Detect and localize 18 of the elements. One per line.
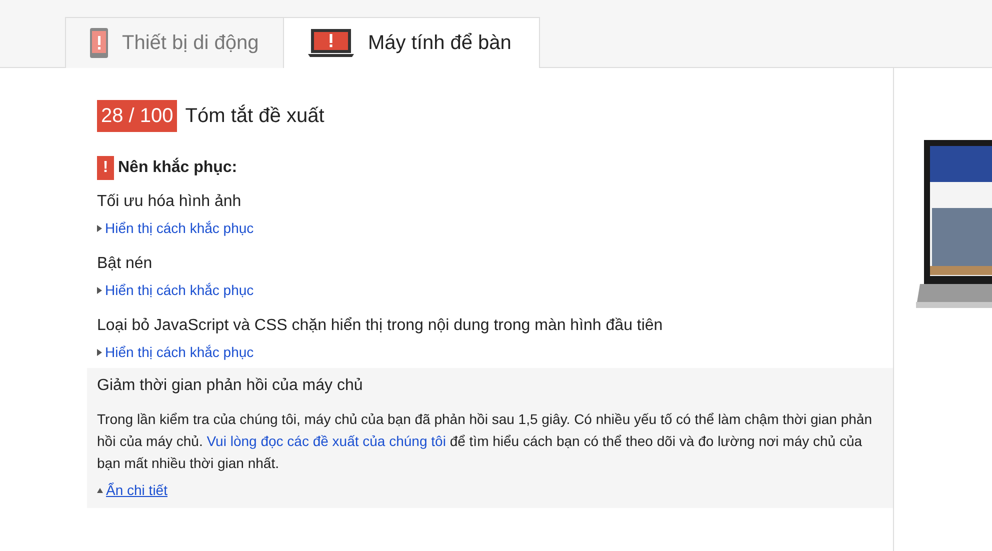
- recommendations-link[interactable]: Vui lòng đọc các đề xuất của chúng tôi: [206, 433, 446, 449]
- score-badge: 28 / 100: [97, 100, 178, 132]
- show-fix-link[interactable]: Hiển thị cách khắc phục: [105, 220, 254, 236]
- device-tab[interactable]: Máy tính để bàn: [283, 17, 540, 68]
- rule-title: Tối ưu hóa hình ảnh: [97, 192, 242, 212]
- show-fix-link[interactable]: Hiển thị cách khắc phục: [105, 282, 254, 298]
- rule-description: Trong lần kiểm tra của chúng tôi, máy chủ của bạn đã phản hồi sau 1,5 giây. Có nhiều yếu tố có thể làm chậm thời gian phản hồi của máy chủ. Vui lòng đọc các đề xuất của chúng tôi để tìm hiểu cách bạn có thể theo dõi và đo lường nơi máy chủ của bạn mất nhiều thời gian nhất.: [97, 410, 873, 473]
- device-tab[interactable]: Thiết bị di động: [65, 17, 283, 68]
- phone-icon: [90, 28, 108, 58]
- show-fix-link[interactable]: Hiển thị cách khắc phục: [105, 344, 254, 360]
- laptop-icon: [308, 29, 354, 57]
- rule-title: Bật nén: [97, 254, 154, 274]
- section-heading: Nên khắc phục:: [118, 159, 238, 177]
- summary-title: Tóm tắt đề xuất: [185, 104, 324, 128]
- warning-icon: !: [97, 156, 114, 180]
- hide-details-link[interactable]: Ẩn chi tiết: [106, 482, 168, 498]
- rule-title: Giảm thời gian phản hồi của máy chủ: [97, 376, 364, 396]
- rule-title: Loại bỏ JavaScript và CSS chặn hiển thị trong nội dung trong màn hình đầu tiên: [97, 316, 664, 336]
